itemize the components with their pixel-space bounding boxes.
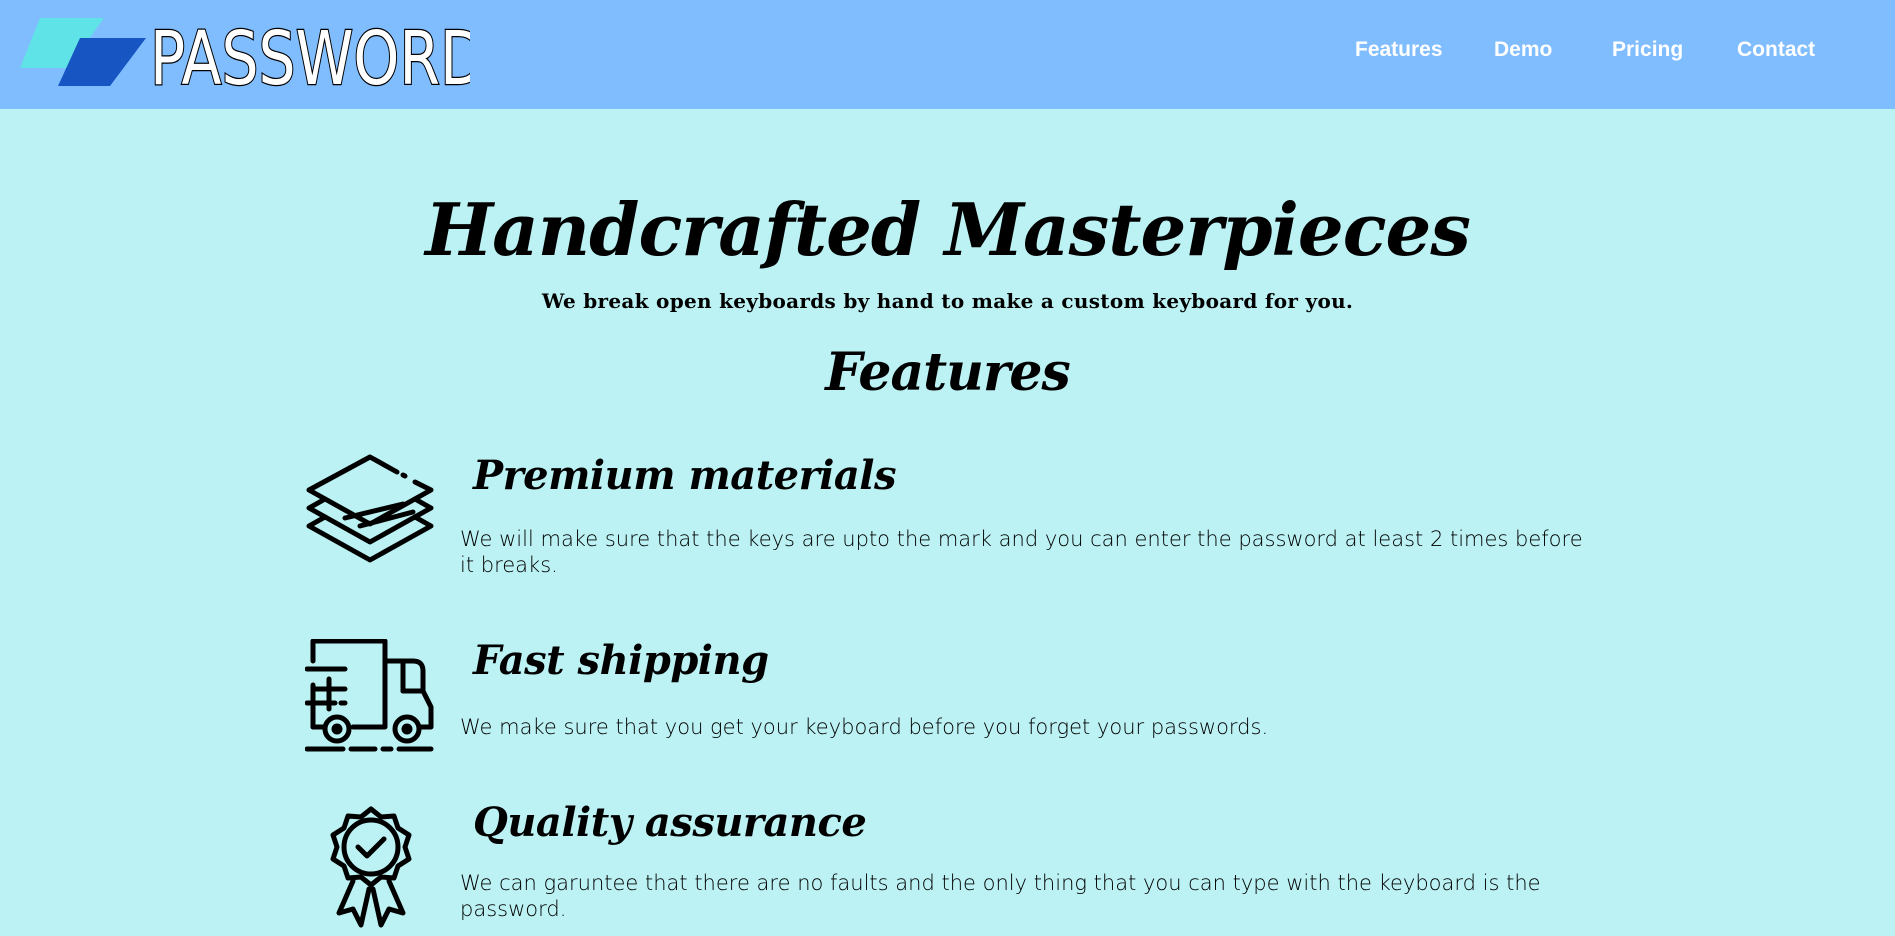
layers-icon: [305, 454, 435, 584]
nav-link-features[interactable]: Features: [1355, 38, 1443, 62]
brand-logo[interactable]: PASSWORD: [20, 14, 470, 94]
site-header: PASSWORD Features Demo Pricing Contact: [0, 0, 1895, 109]
nav-link-contact[interactable]: Contact: [1737, 38, 1815, 62]
main-nav: Features Demo Pricing Contact: [1355, 38, 1895, 68]
main-content: Handcrafted Masterpieces We break open k…: [0, 109, 1895, 928]
feature-title: Premium materials: [473, 452, 897, 499]
feature-title: Fast shipping: [473, 637, 769, 684]
logo-wordmark: PASSWORD: [150, 16, 470, 94]
truck-icon: [304, 638, 435, 769]
feature-description: We make sure that you get your keyboard …: [460, 715, 1269, 739]
feature-title: Quality assurance: [473, 799, 867, 846]
hero-subtitle: We break open keyboards by hand to make …: [541, 289, 1354, 313]
nav-link-pricing[interactable]: Pricing: [1612, 38, 1683, 62]
logo-mark-icon: PASSWORD: [20, 15, 470, 94]
hero-title: Handcrafted Masterpieces: [425, 187, 1471, 272]
feature-description: We can garuntee that there are no faults…: [460, 871, 1541, 921]
badge-check-icon: [305, 801, 435, 931]
feature-description: We will make sure that the keys are upto…: [460, 527, 1583, 577]
features-heading: Features: [825, 342, 1070, 403]
nav-link-demo[interactable]: Demo: [1494, 38, 1552, 62]
